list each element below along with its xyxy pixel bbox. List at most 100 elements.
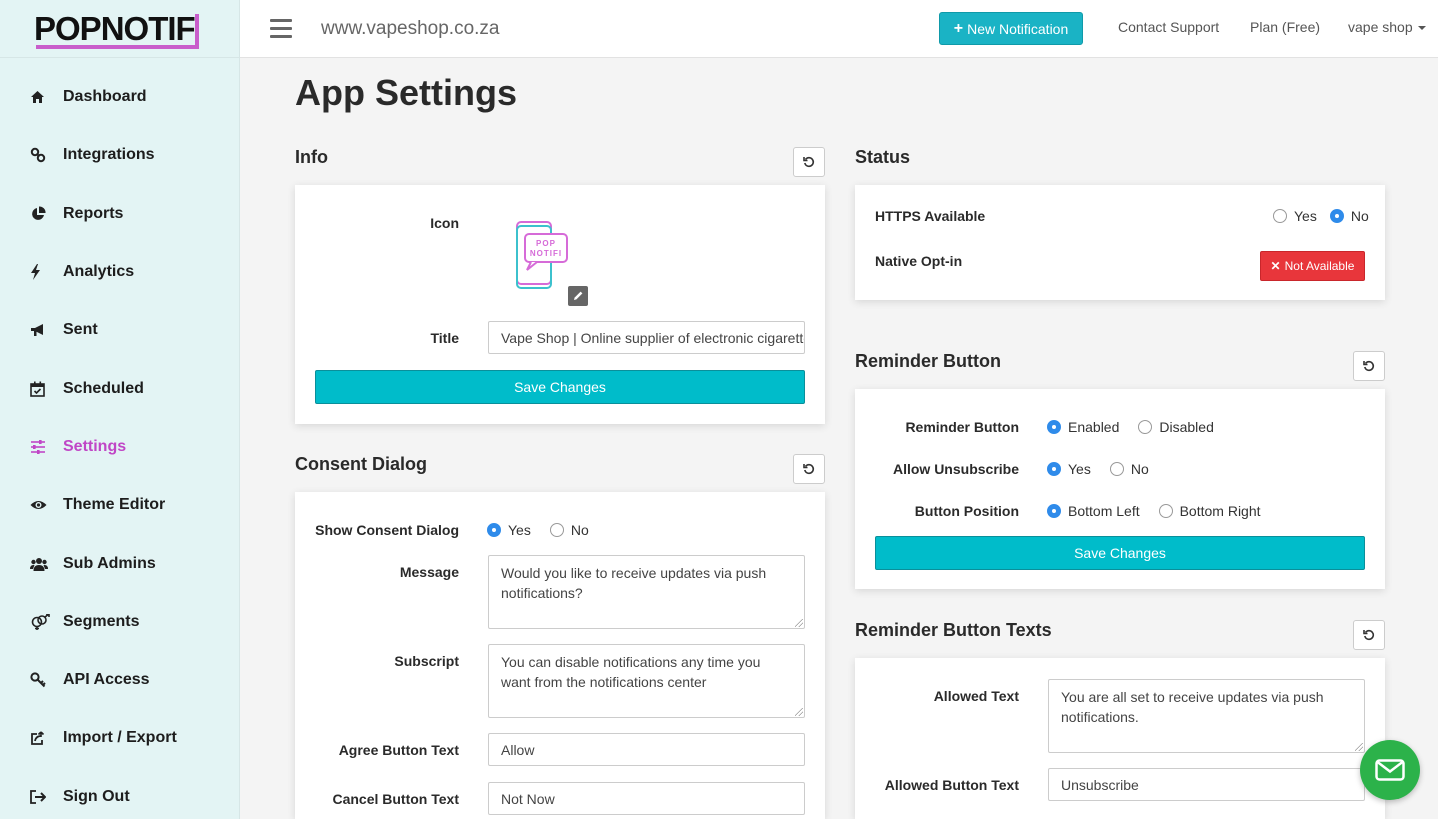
sidebar-item-label: Settings	[63, 437, 127, 455]
sidebar-item-label: Reports	[63, 204, 124, 222]
sidebar-item-label: Theme Editor	[63, 496, 166, 514]
sidebar-item-theme-editor[interactable]: Theme Editor	[0, 476, 239, 534]
reminder-disabled-radio[interactable]: Disabled	[1138, 419, 1214, 435]
https-label: HTTPS Available	[875, 208, 986, 224]
message-text: Would you like to receive updates via pu…	[501, 565, 767, 601]
button-position-label: Button Position	[914, 503, 1019, 519]
native-optin-label: Native Opt-in	[875, 253, 963, 269]
agree-button-label: Agree Button Text	[338, 742, 459, 758]
envelope-icon	[1375, 759, 1405, 781]
show-consent-yes-radio[interactable]: Yes	[487, 522, 531, 538]
icon-label: Icon	[430, 215, 459, 231]
app-icon-text-top: POP	[536, 239, 556, 248]
reminder-save-button[interactable]: Save Changes	[875, 536, 1365, 570]
logo[interactable]: POPNOTIF	[34, 10, 199, 49]
allow-unsubscribe-label: Allow Unsubscribe	[892, 461, 1019, 477]
sidebar-item-sign-out[interactable]: Sign Out	[0, 768, 239, 819]
not-available-badge: ✕ Not Available	[1260, 251, 1365, 281]
close-icon: ✕	[1270, 259, 1281, 273]
sidebar-item-label: Integrations	[63, 146, 155, 164]
sidebar-item-label: Analytics	[63, 263, 135, 281]
allowed-text-value: You are all set to receive updates via p…	[1061, 689, 1324, 725]
site-url: www.vapeshop.co.za	[321, 17, 500, 39]
reset-icon	[1363, 360, 1375, 372]
key-icon	[30, 672, 56, 688]
sidebar-item-label: Sign Out	[63, 787, 130, 805]
allowed-text-label: Allowed Text	[933, 688, 1019, 704]
sidebar-nav: Dashboard Integrations Reports Analytics…	[0, 58, 239, 819]
plan-link[interactable]: Plan (Free)	[1250, 19, 1320, 35]
info-save-button[interactable]: Save Changes	[315, 370, 805, 404]
logo-text: POPNOTIF	[34, 10, 196, 47]
unsubscribe-yes-radio[interactable]: Yes	[1047, 461, 1091, 477]
sidebar-item-dashboard[interactable]: Dashboard	[0, 68, 239, 126]
show-consent-label: Show Consent Dialog	[315, 522, 459, 538]
users-icon	[30, 557, 56, 571]
sidebar-item-sent[interactable]: Sent	[0, 301, 239, 359]
calendar-check-icon	[30, 381, 56, 397]
sidebar-item-label: Sent	[63, 321, 98, 339]
reminder-button-label: Reminder Button	[905, 419, 1019, 435]
sidebar-item-integrations[interactable]: Integrations	[0, 126, 239, 184]
https-no-radio[interactable]: No	[1329, 208, 1369, 224]
status-card	[855, 185, 1385, 300]
new-notification-button[interactable]: + New Notification	[939, 12, 1083, 45]
sidebar-item-sub-admins[interactable]: Sub Admins	[0, 534, 239, 592]
contact-support-link[interactable]: Contact Support	[1118, 19, 1219, 35]
app-icon-image[interactable]: POP NOTIFI	[513, 220, 571, 290]
info-section-title: Info	[295, 147, 328, 167]
bottom-right-radio[interactable]: Bottom Right	[1158, 503, 1261, 519]
top-bar: www.vapeshop.co.za + New Notification Co…	[240, 0, 1438, 58]
sidebar-item-settings[interactable]: Settings	[0, 418, 239, 476]
page-title: App Settings	[295, 72, 517, 113]
consent-reset-button[interactable]	[793, 454, 825, 484]
bottom-left-radio[interactable]: Bottom Left	[1047, 503, 1140, 519]
sidebar-item-segments[interactable]: Segments	[0, 593, 239, 651]
sidebar-item-scheduled[interactable]: Scheduled	[0, 359, 239, 417]
bolt-icon	[30, 264, 56, 281]
reminder-reset-button[interactable]	[1353, 351, 1385, 381]
sidebar-item-label: Scheduled	[63, 379, 144, 397]
reset-icon	[1363, 629, 1375, 641]
edit-icon-button[interactable]	[568, 286, 588, 306]
message-label: Message	[399, 564, 459, 580]
gender-icon	[30, 613, 56, 630]
subscript-text: You can disable notifications any time y…	[501, 654, 761, 690]
allowed-button-text-input[interactable]: Unsubscribe	[1048, 768, 1365, 801]
sidebar-item-analytics[interactable]: Analytics	[0, 243, 239, 301]
new-notification-label: New Notification	[967, 20, 1069, 37]
eye-icon	[30, 499, 56, 511]
sidebar-item-reports[interactable]: Reports	[0, 185, 239, 243]
sidebar-item-label: Import / Export	[63, 729, 177, 747]
home-icon	[30, 90, 56, 104]
account-dropdown[interactable]: vape shop	[1348, 19, 1426, 35]
sidebar: POPNOTIF Dashboard Integrations Reports …	[0, 0, 240, 819]
subscript-textarea[interactable]: You can disable notifications any time y…	[488, 644, 805, 718]
link-icon	[30, 147, 56, 163]
unsubscribe-no-radio[interactable]: No	[1109, 461, 1149, 477]
cancel-button-input[interactable]: Not Now	[488, 782, 805, 815]
message-textarea[interactable]: Would you like to receive updates via pu…	[488, 555, 805, 629]
sidebar-item-label: Sub Admins	[63, 554, 156, 572]
hamburger-icon[interactable]	[270, 19, 292, 38]
allowed-button-text-label: Allowed Button Text	[884, 777, 1019, 793]
reminder-enabled-radio[interactable]: Enabled	[1047, 419, 1119, 435]
chat-button[interactable]	[1360, 740, 1420, 800]
allowed-text-textarea[interactable]: You are all set to receive updates via p…	[1048, 679, 1365, 753]
show-consent-no-radio[interactable]: No	[549, 522, 589, 538]
sliders-icon	[30, 439, 56, 454]
title-input[interactable]: Vape Shop | Online supplier of electroni…	[488, 321, 805, 354]
https-yes-radio[interactable]: Yes	[1273, 208, 1317, 224]
title-label: Title	[430, 330, 459, 346]
sidebar-item-label: Dashboard	[63, 88, 147, 106]
share-icon	[30, 730, 56, 746]
reset-icon	[803, 463, 815, 475]
sidebar-item-api-access[interactable]: API Access	[0, 651, 239, 709]
agree-button-input[interactable]: Allow	[488, 733, 805, 766]
status-section-title: Status	[855, 147, 911, 167]
reminder-texts-reset-button[interactable]	[1353, 620, 1385, 650]
info-reset-button[interactable]	[793, 147, 825, 177]
sidebar-item-import-export[interactable]: Import / Export	[0, 709, 239, 767]
reminder-texts-section-title: Reminder Button Texts	[855, 620, 1052, 640]
account-name: vape shop	[1348, 19, 1413, 35]
